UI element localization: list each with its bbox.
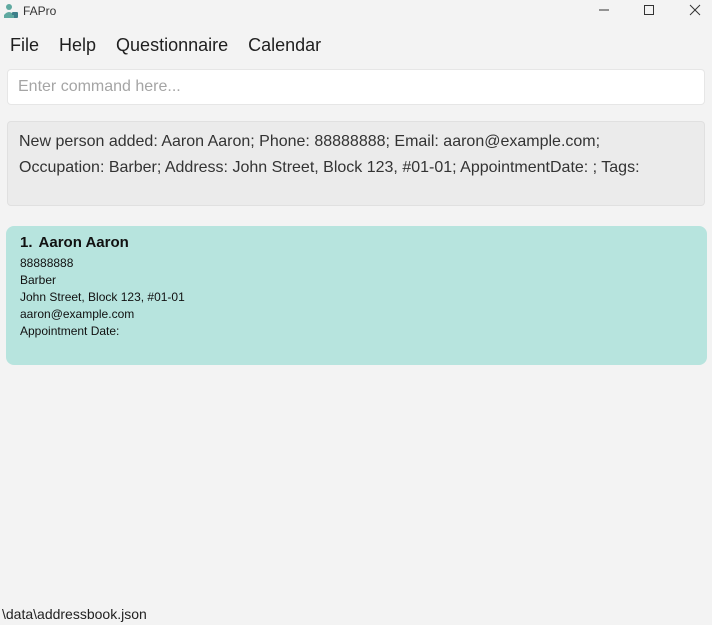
person-email: aaron@example.com bbox=[20, 307, 135, 321]
maximize-button[interactable] bbox=[626, 0, 672, 24]
maximize-icon bbox=[643, 3, 655, 21]
menu-file[interactable]: File bbox=[0, 30, 49, 60]
person-address: John Street, Block 123, #01-01 bbox=[20, 290, 185, 304]
person-occupation: Barber bbox=[20, 273, 57, 287]
person-card[interactable]: 1. Aaron Aaron 88888888 Barber John Stre… bbox=[6, 226, 707, 365]
window-title: FAPro bbox=[23, 4, 57, 18]
result-display: New person added: Aaron Aaron; Phone: 88… bbox=[7, 121, 705, 206]
minimize-icon bbox=[598, 3, 610, 21]
minimize-button[interactable] bbox=[581, 0, 627, 24]
command-box bbox=[7, 69, 705, 105]
person-card-header: 1. Aaron Aaron bbox=[20, 233, 693, 253]
title-bar: FAPro bbox=[0, 0, 712, 24]
close-button[interactable] bbox=[672, 0, 712, 24]
status-bar-path: \data\addressbook.json bbox=[2, 606, 147, 622]
menu-calendar[interactable]: Calendar bbox=[238, 30, 331, 60]
app-logo-icon bbox=[3, 3, 19, 19]
result-line-2: Occupation: Barber; Address: John Street… bbox=[19, 159, 640, 176]
person-index: 1. bbox=[20, 234, 33, 251]
menu-bar: File Help Questionnaire Calendar bbox=[0, 30, 331, 60]
person-name: Aaron Aaron bbox=[38, 234, 129, 251]
person-phone: 88888888 bbox=[20, 256, 74, 270]
menu-questionnaire[interactable]: Questionnaire bbox=[106, 30, 238, 60]
close-icon bbox=[689, 3, 701, 21]
person-appointment: Appointment Date: bbox=[20, 324, 120, 338]
menu-help[interactable]: Help bbox=[49, 30, 106, 60]
result-line-1: New person added: Aaron Aaron; Phone: 88… bbox=[19, 133, 601, 150]
command-input[interactable] bbox=[8, 70, 704, 104]
